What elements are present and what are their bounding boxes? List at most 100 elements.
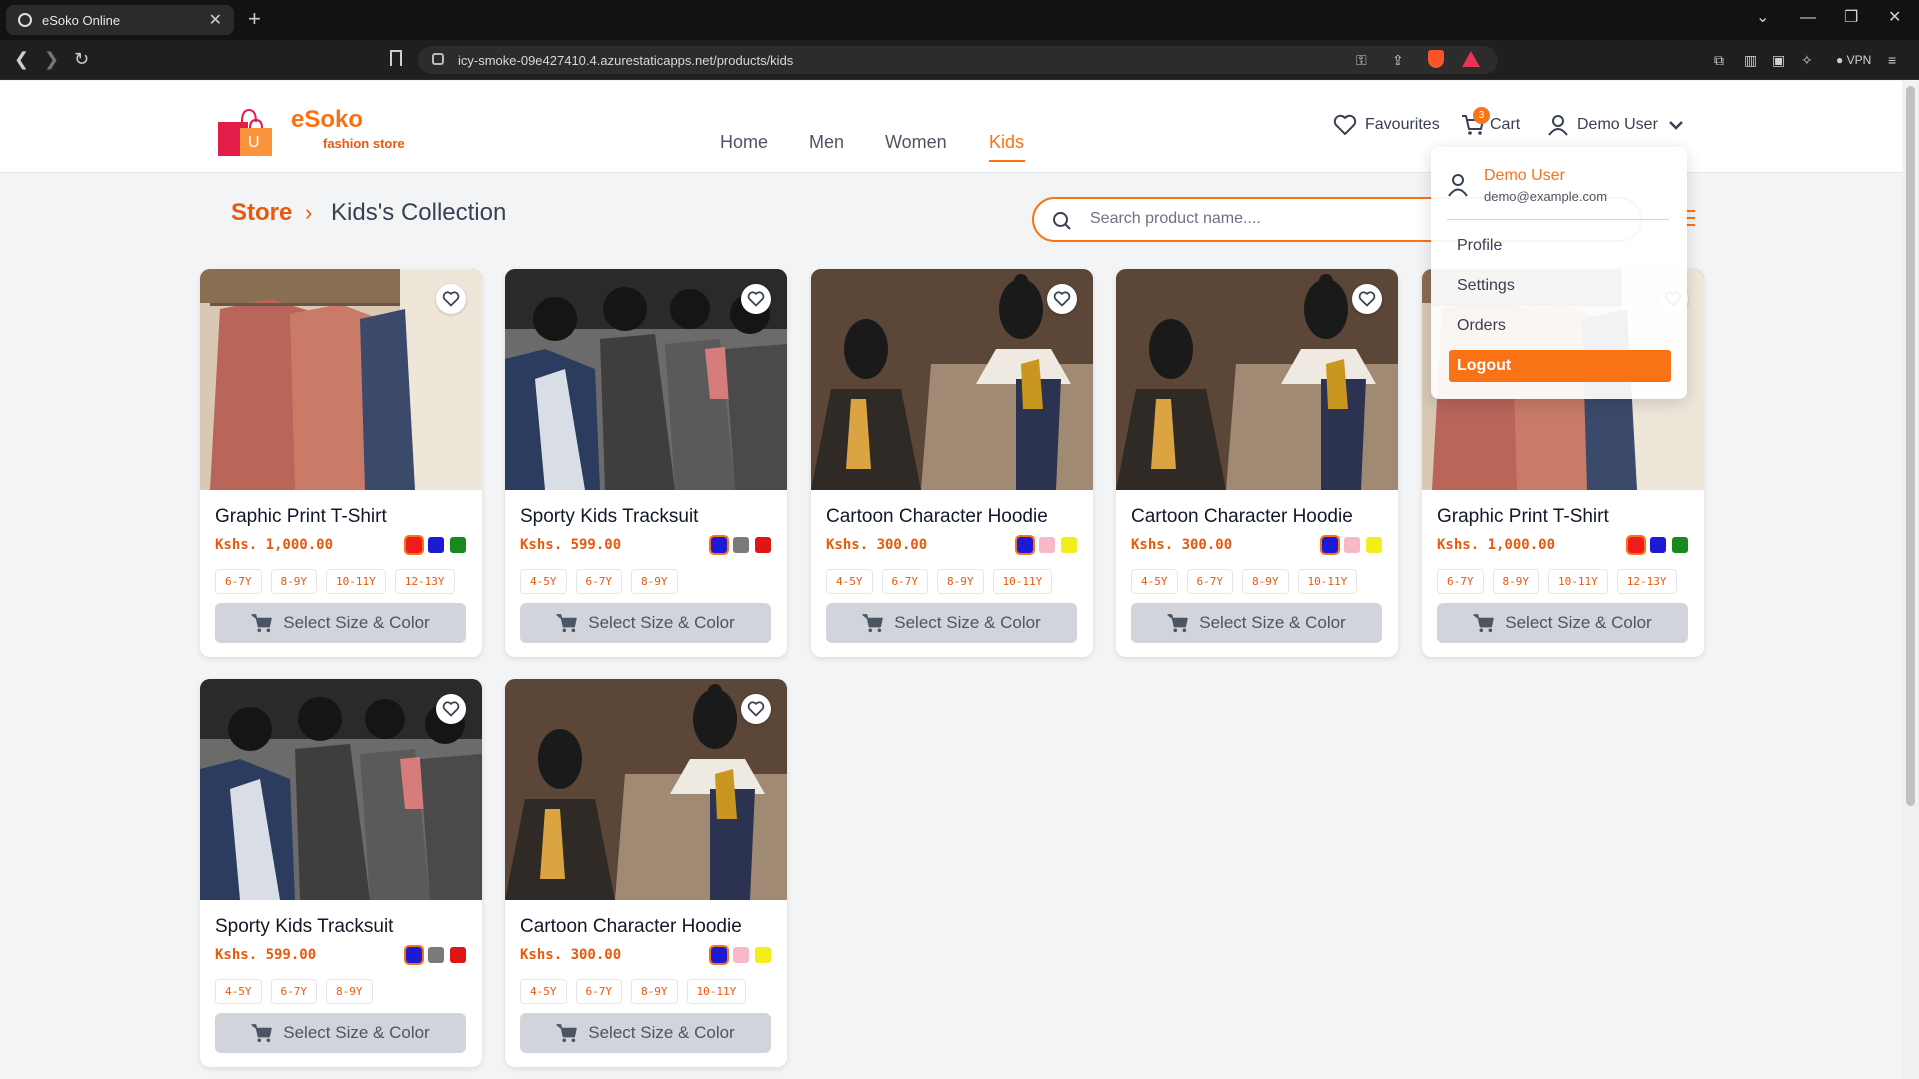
- size-chip[interactable]: 12-13Y: [394, 569, 455, 594]
- size-chip[interactable]: 6-7Y: [575, 979, 622, 1004]
- dropdown-orders[interactable]: Orders: [1457, 317, 1506, 335]
- extensions-icon[interactable]: ⧉: [1714, 50, 1724, 70]
- color-swatch[interactable]: [1650, 537, 1666, 553]
- minimize-icon[interactable]: —: [1800, 8, 1816, 28]
- size-chip[interactable]: 6-7Y: [270, 979, 317, 1004]
- product-card[interactable]: Sporty Kids Tracksuit Kshs. 599.00 4-5Y 6-7…: [200, 679, 482, 1067]
- size-chip[interactable]: 8-9Y: [631, 979, 678, 1004]
- size-chip[interactable]: 6-7Y: [881, 569, 928, 594]
- product-card[interactable]: Cartoon Character Hoodie Kshs. 300.00 4-5Y…: [811, 269, 1093, 657]
- color-swatch[interactable]: [1015, 535, 1035, 555]
- close-window-icon[interactable]: ✕: [1888, 8, 1901, 28]
- brand-name[interactable]: eSoko: [291, 106, 363, 134]
- product-name[interactable]: Graphic Print T-Shirt: [1437, 506, 1609, 528]
- key-icon[interactable]: ⚿: [1356, 51, 1367, 69]
- size-chip[interactable]: 12-13Y: [1616, 569, 1677, 594]
- bookmark-icon[interactable]: [390, 50, 402, 66]
- size-chip[interactable]: 6-7Y: [575, 569, 622, 594]
- product-name[interactable]: Cartoon Character Hoodie: [826, 506, 1048, 528]
- color-swatch[interactable]: [1626, 535, 1646, 555]
- brave-shields-icon[interactable]: [1428, 50, 1444, 68]
- size-chip[interactable]: 4-5Y: [215, 979, 262, 1004]
- new-tab-button[interactable]: +: [248, 8, 261, 30]
- select-size-color-button[interactable]: Select Size & Color: [826, 603, 1077, 643]
- dropdown-settings[interactable]: Settings: [1457, 277, 1515, 295]
- size-chip[interactable]: 6-7Y: [1437, 569, 1484, 594]
- color-swatch[interactable]: [709, 535, 729, 555]
- size-chip[interactable]: 8-9Y: [937, 569, 984, 594]
- product-name[interactable]: Graphic Print T-Shirt: [215, 506, 387, 528]
- size-chip[interactable]: 10-11Y: [1297, 569, 1358, 594]
- back-icon[interactable]: ❮: [14, 48, 29, 70]
- favourite-toggle-button[interactable]: [741, 694, 771, 724]
- color-swatch[interactable]: [404, 535, 424, 555]
- size-chip[interactable]: 10-11Y: [992, 569, 1053, 594]
- select-size-color-button[interactable]: Select Size & Color: [215, 1013, 466, 1053]
- dropdown-profile[interactable]: Profile: [1457, 237, 1502, 255]
- user-menu-button[interactable]: Demo User: [1547, 114, 1684, 136]
- color-swatch[interactable]: [1672, 537, 1688, 553]
- product-card[interactable]: Cartoon Character Hoodie Kshs. 300.00 4-5Y…: [1116, 269, 1398, 657]
- brave-rewards-icon[interactable]: [1462, 51, 1480, 67]
- product-card[interactable]: Cartoon Character Hoodie Kshs. 300.00 4-5Y…: [505, 679, 787, 1067]
- product-name[interactable]: Sporty Kids Tracksuit: [215, 916, 393, 938]
- forward-icon[interactable]: ❯: [44, 48, 59, 70]
- product-name[interactable]: Cartoon Character Hoodie: [520, 916, 742, 938]
- size-chip[interactable]: 10-11Y: [326, 569, 386, 594]
- select-size-color-button[interactable]: Select Size & Color: [520, 603, 771, 643]
- restore-icon[interactable]: ❐: [1844, 8, 1858, 28]
- scrollbar-thumb[interactable]: [1906, 86, 1915, 806]
- color-swatch[interactable]: [1344, 537, 1360, 553]
- shopping-bag-logo-icon[interactable]: U: [218, 108, 278, 156]
- color-swatch[interactable]: [428, 537, 444, 553]
- cart-button[interactable]: Cart: [1461, 114, 1520, 136]
- size-chip[interactable]: 8-9Y: [631, 569, 678, 594]
- size-chip[interactable]: 4-5Y: [520, 569, 567, 594]
- color-swatch[interactable]: [733, 947, 749, 963]
- menu-icon[interactable]: ≡: [1888, 50, 1896, 70]
- size-chip[interactable]: 6-7Y: [215, 569, 262, 594]
- nav-women[interactable]: Women: [885, 132, 947, 153]
- logout-button[interactable]: Logout: [1449, 350, 1671, 382]
- color-swatch[interactable]: [428, 947, 444, 963]
- leo-ai-icon[interactable]: ✧: [1801, 50, 1813, 70]
- nav-home[interactable]: Home: [720, 132, 768, 153]
- size-chip[interactable]: 4-5Y: [1131, 569, 1178, 594]
- color-swatch[interactable]: [404, 945, 424, 965]
- size-chip[interactable]: 8-9Y: [270, 569, 317, 594]
- address-bar[interactable]: icy-smoke-09e427410.4.azurestaticapps.ne…: [418, 46, 1498, 74]
- share-icon[interactable]: ⇪: [1392, 51, 1404, 69]
- product-card[interactable]: Graphic Print T-Shirt Kshs. 1,000.00 6-7Y 8…: [200, 269, 482, 657]
- product-card[interactable]: Sporty Kids Tracksuit Kshs. 599.00 4-5Y 6-7…: [505, 269, 787, 657]
- color-swatch[interactable]: [1320, 535, 1340, 555]
- favourite-toggle-button[interactable]: [1352, 284, 1382, 314]
- size-chip[interactable]: 8-9Y: [1242, 569, 1289, 594]
- close-tab-icon[interactable]: ✕: [209, 10, 222, 30]
- vpn-button[interactable]: ● VPN: [1836, 50, 1871, 70]
- wallet-icon[interactable]: ▣: [1772, 50, 1785, 70]
- breadcrumb-store[interactable]: Store: [231, 199, 292, 227]
- browser-tab[interactable]: eSoko Online ✕: [6, 5, 234, 35]
- sidebar-icon[interactable]: ▥: [1744, 50, 1757, 70]
- favourite-toggle-button[interactable]: [1047, 284, 1077, 314]
- color-swatch[interactable]: [450, 537, 466, 553]
- select-size-color-button[interactable]: Select Size & Color: [1437, 603, 1688, 643]
- size-chip[interactable]: 10-11Y: [1548, 569, 1608, 594]
- favourite-toggle-button[interactable]: [741, 284, 771, 314]
- select-size-color-button[interactable]: Select Size & Color: [1131, 603, 1382, 643]
- tab-list-chevron-icon[interactable]: ⌄: [1756, 8, 1769, 28]
- reload-icon[interactable]: ↻: [74, 48, 89, 70]
- color-swatch[interactable]: [1039, 537, 1055, 553]
- size-chip[interactable]: 6-7Y: [1186, 569, 1233, 594]
- size-chip[interactable]: 8-9Y: [326, 979, 373, 1004]
- size-chip[interactable]: 4-5Y: [520, 979, 567, 1004]
- size-chip[interactable]: 10-11Y: [686, 979, 747, 1004]
- size-chip[interactable]: 8-9Y: [1492, 569, 1539, 594]
- site-info-icon[interactable]: [432, 53, 444, 65]
- product-name[interactable]: Sporty Kids Tracksuit: [520, 506, 698, 528]
- color-swatch[interactable]: [709, 945, 729, 965]
- color-swatch[interactable]: [1366, 537, 1382, 553]
- select-size-color-button[interactable]: Select Size & Color: [215, 603, 466, 643]
- nav-kids[interactable]: Kids: [989, 132, 1024, 153]
- color-swatch[interactable]: [755, 947, 771, 963]
